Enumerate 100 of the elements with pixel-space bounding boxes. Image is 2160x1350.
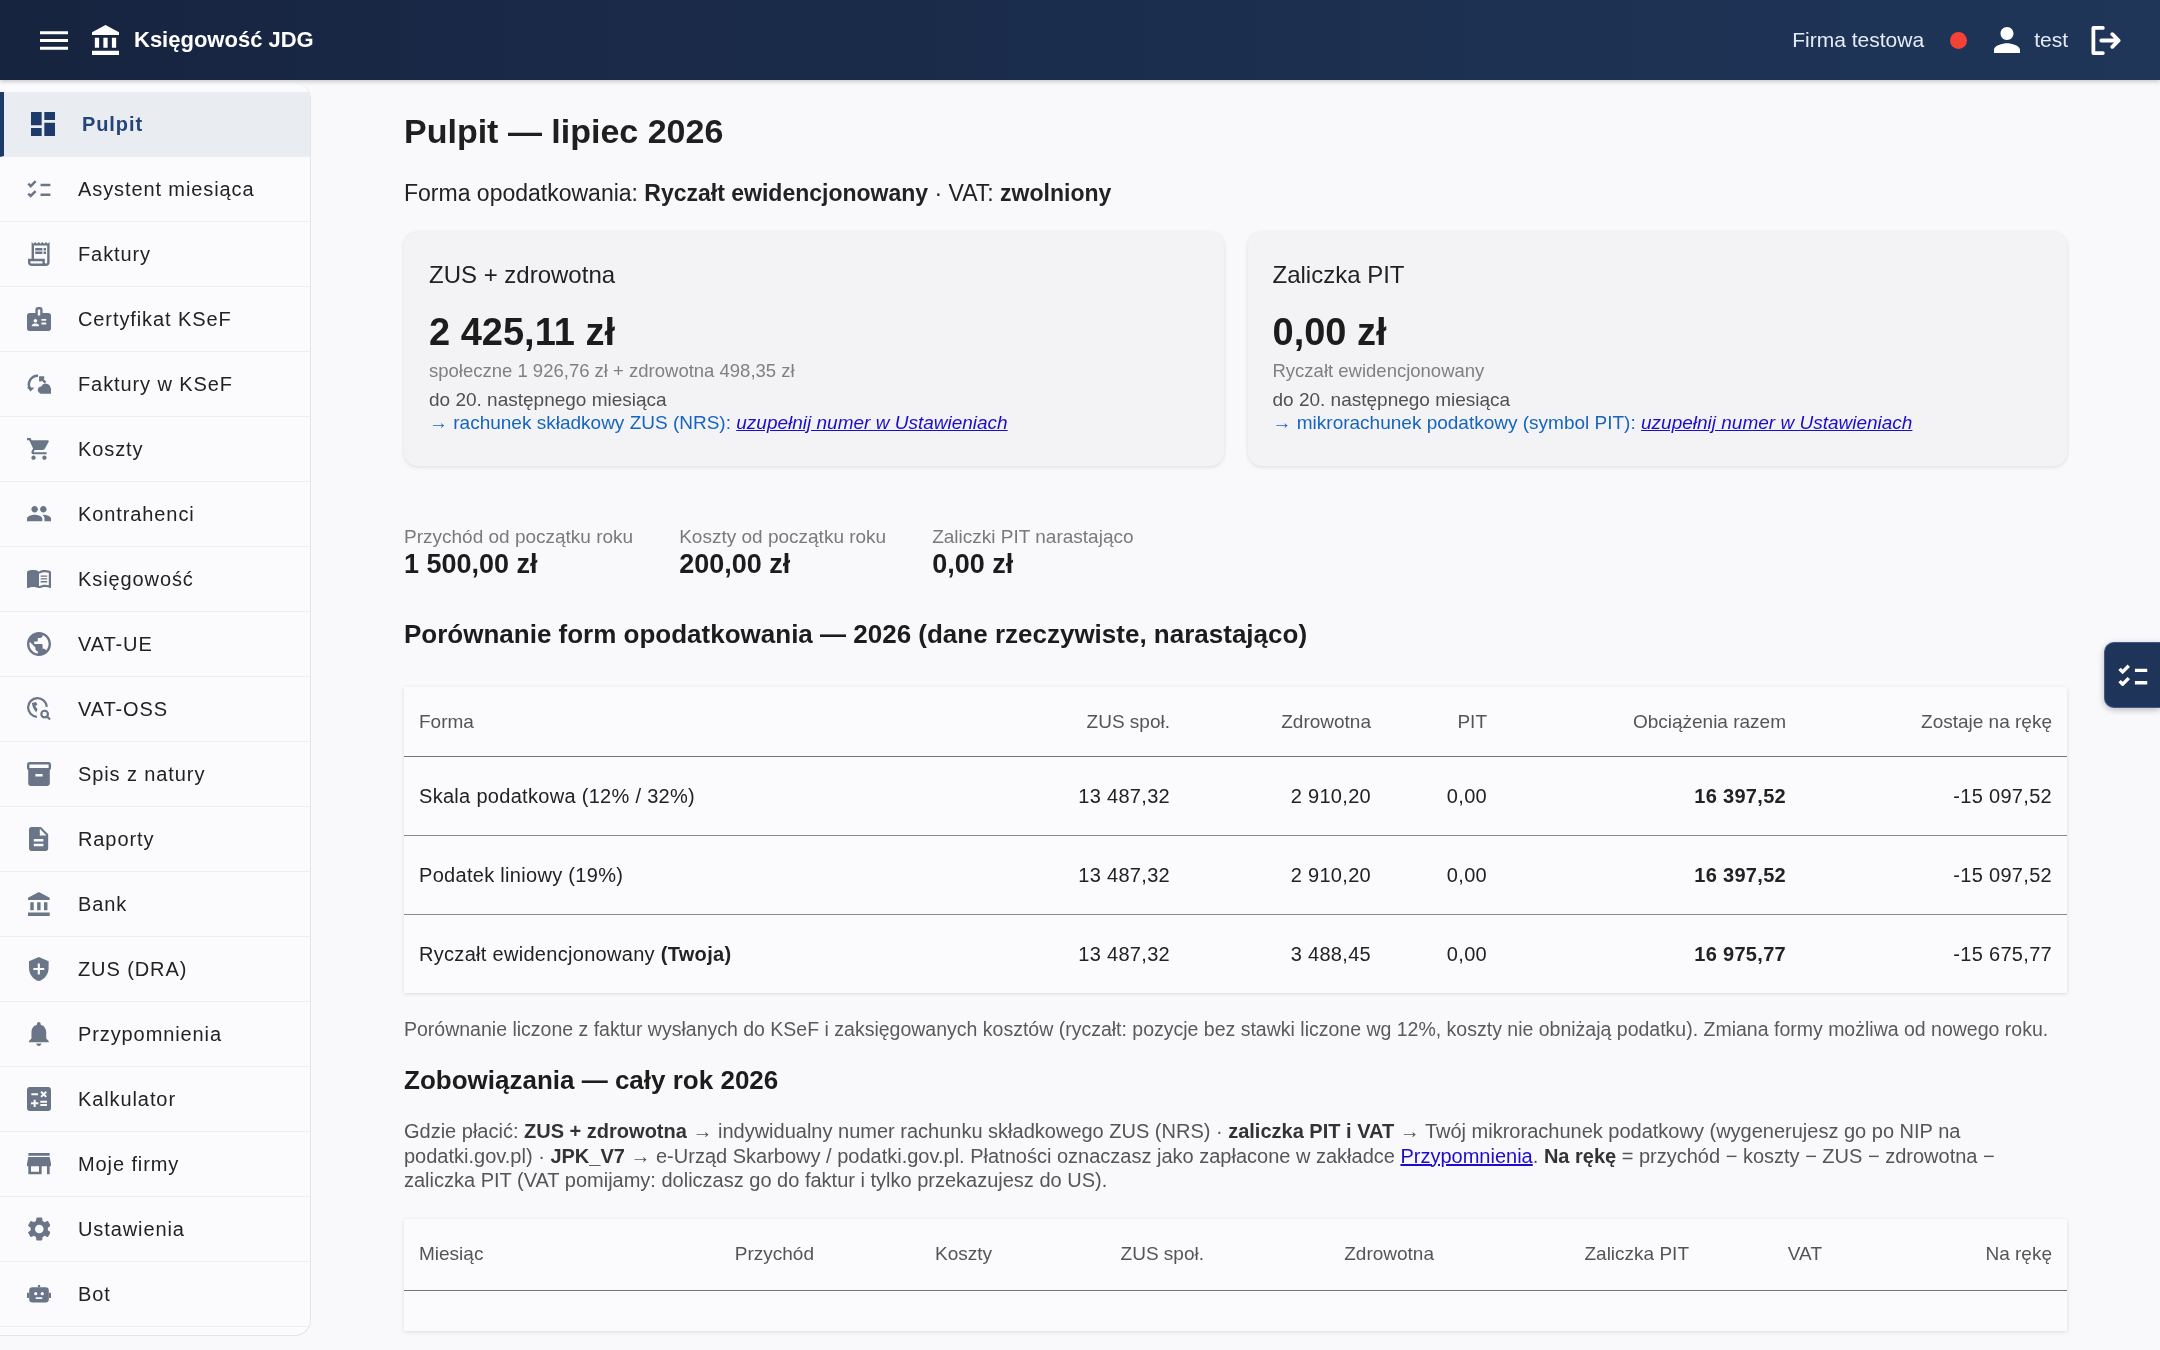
people-icon <box>27 506 51 522</box>
table-cell-text: 13 487,32 <box>1077 862 1171 888</box>
table-cell-text: Podatek liniowy (19%) <box>418 862 625 888</box>
column-header: Zdrowotna <box>1343 1242 1435 1266</box>
logout-button[interactable] <box>2091 25 2121 55</box>
table-cell-text: 0,00 <box>1445 862 1488 888</box>
bell-icon <box>29 1022 49 1046</box>
column-header: Zdrowotna <box>1280 709 1372 734</box>
shield-plus-icon <box>29 957 49 981</box>
sidebar-item[interactable]: Bank <box>0 872 310 937</box>
page-title: Pulpit — lipiec 2026 <box>404 111 725 152</box>
sidebar-item[interactable]: Koszty <box>0 417 310 482</box>
settings-link[interactable]: uzupełnij numer w Ustawieniach <box>736 412 1008 433</box>
sidebar-item[interactable]: Kontrahenci <box>0 482 310 547</box>
table-cell-text: -15 675,77 <box>1952 941 2053 967</box>
menu-icon <box>40 30 68 50</box>
column-header: Zostaje na rękę <box>1920 709 2053 734</box>
table-cell-text: Skala podatkowa (12% / 32%) <box>418 783 697 809</box>
sidebar-item[interactable]: Pulpit <box>0 92 310 157</box>
stat-value: 0,00 zł <box>932 548 1015 580</box>
settings-icon <box>27 1217 51 1241</box>
book-icon <box>27 569 51 589</box>
tax-form-summary: Forma opodatkowania: Ryczałt ewidencjonowany · VAT: zwolniony <box>404 179 1113 208</box>
calculator-icon <box>27 1087 51 1111</box>
column-header: Obciążenia razem <box>1631 709 1787 734</box>
column-header: Koszty <box>933 1242 993 1266</box>
stat-value: 200,00 zł <box>679 548 792 580</box>
id-badge-icon <box>27 307 51 331</box>
stat-label: Przychód od początku roku <box>404 526 634 548</box>
table-cell-text: 2 910,20 <box>1289 862 1372 888</box>
sidebar-item[interactable]: Faktury w KSeF <box>0 352 310 417</box>
table-cell-text: 0,00 <box>1445 783 1488 809</box>
sidebar-item[interactable]: Bot <box>0 1262 310 1327</box>
settings-link[interactable]: uzupełnij numer w Ustawieniach <box>1641 412 1913 433</box>
due-date-text: do 20. następnego miesiąca <box>429 388 668 411</box>
amount-detail: społeczne 1 926,76 zł + zdrowotna 498,35 zł <box>429 359 796 383</box>
sidebar-item[interactable]: Ustawienia <box>0 1197 310 1262</box>
column-header: VAT <box>1786 1242 1823 1266</box>
dashboard-icon <box>31 112 55 136</box>
sidebar-item[interactable]: Spis z natury <box>0 742 310 807</box>
section-heading: Porównanie form opodatkowania — 2026 (dane rzeczywiste, narastająco) <box>404 618 1309 651</box>
sidebar-item[interactable]: VAT-OSS <box>0 677 310 742</box>
globe-icon <box>27 632 51 656</box>
table-cell-text: 13 487,32 <box>1077 783 1171 809</box>
reminders-link[interactable]: Przypomnienia <box>1400 1144 1533 1167</box>
sidebar-item[interactable]: ZUS (DRA) <box>0 937 310 1002</box>
sidebar-item[interactable]: Asystent miesiąca <box>0 157 310 222</box>
table-cell-text: -15 097,52 <box>1952 862 2053 888</box>
payment-account-text: → rachunek składkowy ZUS (NRS): uzupełnij numer w Ustawieniach <box>429 411 1009 434</box>
cart-icon <box>27 438 51 460</box>
column-header: Na rękę <box>1984 1242 2053 1266</box>
due-date-text: do 20. następnego miesiąca <box>1272 388 1512 411</box>
stat-label: Koszty od początku roku <box>679 526 887 548</box>
checklist-icon <box>2117 664 2148 686</box>
sidebar-item[interactable]: VAT-UE <box>0 612 310 677</box>
sidebar-item[interactable]: Moje firmy <box>0 1132 310 1197</box>
user-name: test <box>2034 28 2068 52</box>
table-cell-text: 0,00 <box>1445 941 1488 967</box>
card-title: ZUS + zdrowotna <box>429 260 617 290</box>
table-cell-text: 16 397,52 <box>1693 862 1787 888</box>
sidebar-item[interactable]: Certyfikat KSeF <box>0 287 310 352</box>
app-title: Księgowość JDG <box>134 27 314 53</box>
assistant-button[interactable] <box>2104 642 2160 708</box>
column-header: Zaliczka PIT <box>1583 1242 1690 1266</box>
card-title: Zaliczka PIT <box>1272 260 1406 290</box>
amount-value: 2 425,11 zł <box>429 310 616 355</box>
amount-detail: Ryczałt ewidencjonowany <box>1272 359 1486 383</box>
checklist-icon <box>27 180 51 198</box>
bank-icon <box>28 892 50 916</box>
table-cell-text: 16 975,77 <box>1693 941 1787 967</box>
status-dot-icon <box>1950 31 1968 49</box>
document-icon <box>29 827 49 851</box>
sidebar-item[interactable]: Księgowość <box>0 547 310 612</box>
logout-icon <box>2091 25 2121 55</box>
table-cell-text: 16 397,52 <box>1693 783 1787 809</box>
payment-info-text: Gdzie płacić: ZUS + zdrowotna → indywidualny numer rachunku składkowego ZUS (NRS) · zaliczka PIT i VAT → Twój mikrorachunek podatkowy (wygenerujesz go po NIP na podatki.gov.pl) · JPK_V7 → e-Urząd Skarbowy / podatki.gov.pl. Płatności oznaczasz jako zapłacone w zakładce Przypomnienia. Na rękę = przychód − koszty − ZUS − zdrowotna − zaliczka PIT (VAT pomijamy: doliczasz go do faktur i tylko przekazujesz do US). <box>404 1119 1996 1193</box>
column-header: PIT <box>1456 709 1488 734</box>
stat-label: Zaliczki PIT narastająco <box>932 526 1134 548</box>
sidebar-item[interactable]: Przypomnienia <box>0 1002 310 1067</box>
sidebar-item[interactable]: Kalkulator <box>0 1067 310 1132</box>
globe-search-icon <box>27 697 51 721</box>
table-cell-text: 13 487,32 <box>1077 941 1171 967</box>
company-name: Firma testowa <box>1792 28 1925 52</box>
table-cell-text: Ryczałt ewidencjonowany (Twoja) <box>418 941 733 967</box>
column-header: Forma <box>418 709 475 734</box>
sidebar-item[interactable]: Raporty <box>0 807 310 872</box>
receipt-icon <box>28 242 50 266</box>
bank-icon <box>92 25 119 55</box>
robot-icon <box>27 1285 51 1303</box>
sidebar-item[interactable]: Faktury <box>0 222 310 287</box>
storefront-icon <box>27 1153 51 1175</box>
table-cell-text: 2 910,20 <box>1289 783 1372 809</box>
archive-box-icon <box>27 762 51 786</box>
amount-value: 0,00 zł <box>1272 310 1388 355</box>
menu-button[interactable] <box>40 30 68 50</box>
user-icon <box>1994 27 2021 53</box>
column-header: ZUS społ. <box>1085 709 1171 734</box>
column-header: Przychód <box>733 1242 815 1266</box>
payment-account-text: → mikrorachunek podatkowy (symbol PIT): uzupełnij numer w Ustawieniach <box>1272 411 1914 434</box>
section-heading: Zobowiązania — cały rok 2026 <box>404 1064 780 1097</box>
